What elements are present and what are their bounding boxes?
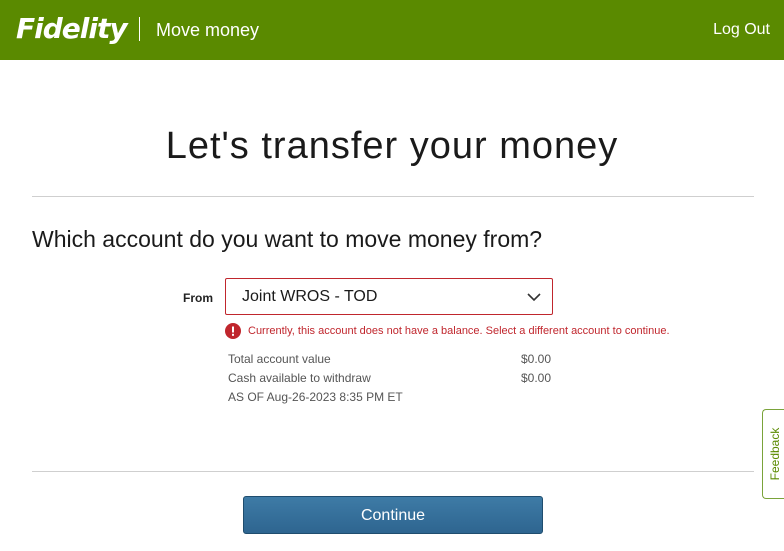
error-icon	[225, 323, 241, 339]
logout-link[interactable]: Log Out	[713, 20, 770, 40]
page-title: Let's transfer your money	[165, 125, 619, 167]
total-account-value-row: Total account value $0.00	[228, 351, 551, 367]
chevron-down-icon	[527, 293, 541, 302]
from-account-select[interactable]: Joint WROS - TOD	[225, 278, 553, 315]
feedback-tab[interactable]: Feedback	[762, 409, 784, 499]
app-title: Move money	[156, 20, 260, 40]
total-account-value: $0.00	[520, 352, 551, 366]
divider-bottom	[32, 471, 754, 472]
error-message: Currently, this account does not have a …	[248, 325, 670, 337]
total-account-value-label: Total account value	[228, 352, 331, 366]
from-label: From	[183, 291, 213, 305]
divider-top	[32, 196, 754, 197]
cash-available-row: Cash available to withdraw $0.00	[228, 370, 551, 386]
fidelity-logo[interactable]: Fidelity	[16, 11, 128, 47]
selected-account-value: Joint WROS - TOD	[242, 288, 378, 305]
cash-available-label: Cash available to withdraw	[228, 371, 371, 385]
continue-button[interactable]: Continue	[243, 496, 543, 534]
header-divider	[139, 17, 140, 41]
cash-available-value: $0.00	[520, 371, 551, 385]
section-question: Which account do you want to move money …	[32, 226, 543, 252]
top-bar: Fidelity Move money Log Out	[0, 0, 784, 60]
feedback-label: Feedback	[767, 427, 782, 481]
as-of-timestamp: AS OF Aug-26-2023 8:35 PM ET	[228, 390, 403, 404]
